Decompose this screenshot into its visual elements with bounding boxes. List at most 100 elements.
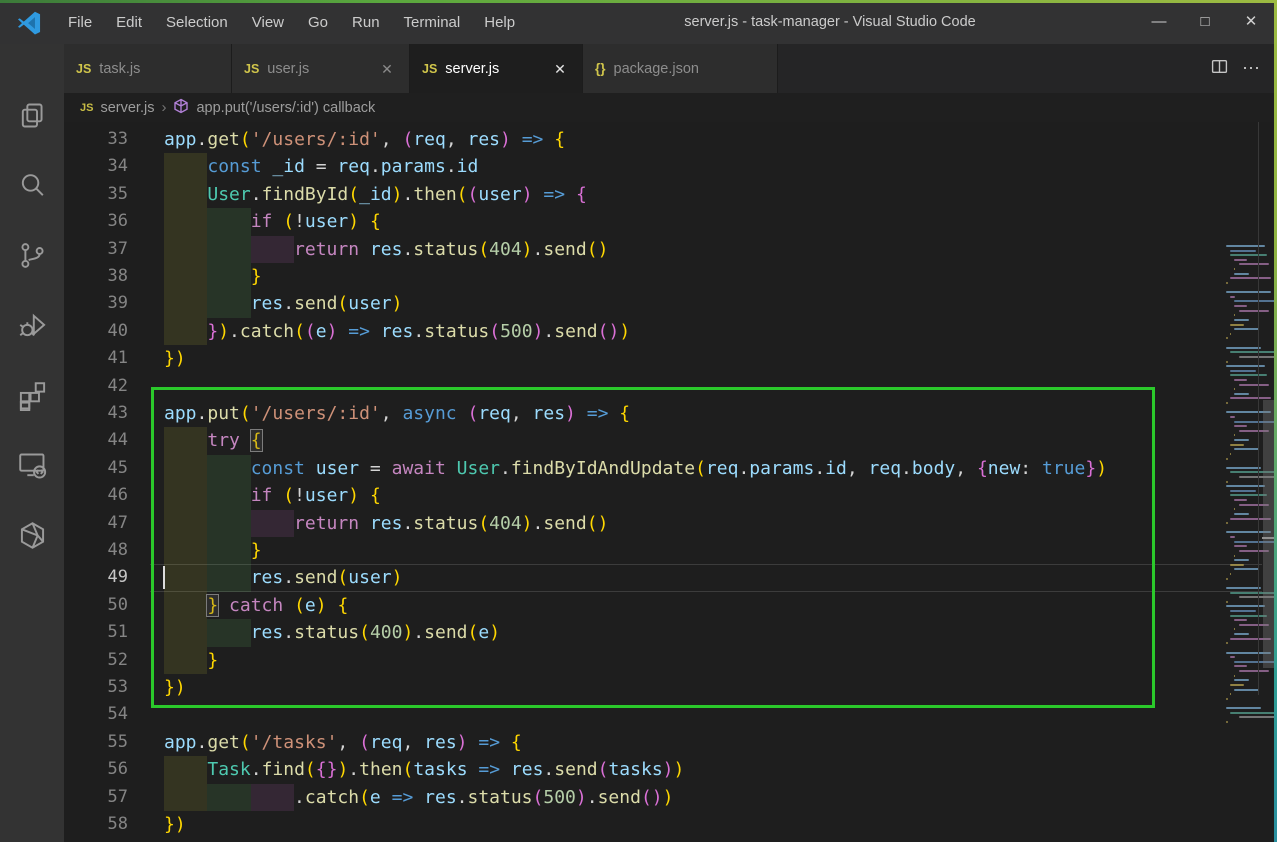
code-editor[interactable]: 33 app.get('/users/:id', (req, res) => {3…	[64, 122, 1277, 842]
minimap-line	[1226, 697, 1229, 700]
line-number: 40	[107, 320, 128, 341]
editor-line[interactable]: 33 app.get('/users/:id', (req, res) => {	[64, 126, 1277, 153]
breadcrumb-symbol[interactable]: app.put('/users/:id') callback	[196, 100, 375, 116]
minimap-line	[1234, 314, 1236, 317]
editor-line[interactable]: 44 try {	[64, 427, 1277, 455]
editor-line[interactable]: 34 const _id = req.params.id	[64, 153, 1277, 181]
text-cursor	[163, 566, 165, 590]
code-text: if (!user) {	[250, 485, 381, 507]
minimap-line	[1230, 494, 1267, 497]
minimap-line	[1234, 318, 1250, 321]
menu-item-edit[interactable]: Edit	[104, 0, 154, 44]
close-icon[interactable]: ✕	[377, 59, 397, 79]
line-number: 44	[107, 430, 128, 451]
sidebar-item-explorer[interactable]	[0, 80, 64, 150]
extensions-icon	[19, 381, 45, 411]
editor-line[interactable]: 54	[64, 701, 1277, 728]
editor-line[interactable]: 38 }	[64, 263, 1277, 291]
window-controls: — □ ✕	[1136, 0, 1274, 44]
json-file-icon: {}	[595, 61, 606, 76]
code-text: .catch(e => res.status(500).send())	[294, 786, 674, 808]
minimap-line	[1234, 268, 1236, 271]
line-number: 52	[107, 649, 128, 670]
minimap-line	[1234, 439, 1250, 442]
window-title: server.js - task-manager - Visual Studio…	[684, 14, 976, 30]
line-number: 56	[107, 759, 128, 780]
tab-task-js[interactable]: JS task.js	[64, 44, 232, 93]
tab-bar: JS task.js JS user.js ✕ JS server.js ✕ {} package…	[64, 44, 1277, 93]
remote-explorer-icon	[18, 453, 46, 478]
editor-line[interactable]: 39 res.send(user)	[64, 290, 1277, 318]
line-number: 37	[107, 238, 128, 259]
sidebar-item-hexagon-extension[interactable]	[0, 500, 64, 570]
minimap-line	[1226, 365, 1265, 368]
minimap-line	[1226, 480, 1229, 483]
editor-line[interactable]: 57 .catch(e => res.status(500).send())	[64, 783, 1277, 811]
editor-line[interactable]: 42	[64, 373, 1277, 400]
editor-line[interactable]: 35 User.findById(_id).then((user) => {	[64, 180, 1277, 209]
more-actions-button[interactable]: ⋯	[1242, 58, 1261, 79]
code-text: }).catch((e) => res.status(500).send())	[207, 320, 631, 342]
menu-item-selection[interactable]: Selection	[154, 0, 240, 44]
tab-user-js[interactable]: JS user.js ✕	[232, 44, 410, 93]
editor-line[interactable]: 58})	[64, 811, 1277, 838]
sidebar-item-search[interactable]	[0, 150, 64, 220]
split-editor-button[interactable]	[1211, 58, 1228, 80]
scrollbar-thumb[interactable]	[1263, 400, 1274, 668]
editor-line[interactable]: 43 app.put('/users/:id', async (req, res)…	[64, 400, 1277, 427]
editor-line[interactable]: 52 }	[64, 646, 1277, 674]
source-control-icon	[20, 242, 44, 268]
editor-line[interactable]: 45 const user = await User.findByIdAndUp…	[64, 454, 1277, 483]
minimap-line	[1230, 374, 1267, 377]
code-text: return res.status(404).send()	[294, 238, 609, 260]
editor-line[interactable]: 47 return res.status(404).send()	[64, 509, 1277, 537]
tab-server-js[interactable]: JS server.js ✕	[410, 44, 583, 93]
editor-line[interactable]: 46 if (!user) {	[64, 482, 1277, 510]
minimap-line	[1230, 452, 1232, 455]
symbol-cube-icon	[173, 98, 189, 118]
line-number: 35	[107, 183, 128, 204]
minimap-line	[1234, 559, 1250, 562]
editor-line[interactable]: 50 } catch (e) {	[64, 591, 1277, 620]
minimap-line	[1230, 656, 1236, 659]
minimap-line	[1234, 328, 1259, 331]
editor-line[interactable]: 41})	[64, 345, 1277, 372]
tab-package-json[interactable]: {} package.json	[583, 44, 778, 93]
minimap-line	[1226, 291, 1272, 294]
line-number: 50	[107, 594, 128, 615]
code-text: Task.find({}).then(tasks => res.send(tas…	[207, 759, 685, 781]
editor-line[interactable]: 40 }).catch((e) => res.status(500).send(…	[64, 317, 1277, 346]
menu-item-help[interactable]: Help	[472, 0, 527, 44]
code-text: })	[164, 677, 186, 698]
menu-item-go[interactable]: Go	[296, 0, 340, 44]
maximize-button[interactable]: □	[1182, 0, 1228, 44]
code-text: const user = await User.findByIdAndUpdat…	[250, 457, 1108, 479]
menu-item-file[interactable]: File	[56, 0, 104, 44]
close-icon[interactable]: ✕	[550, 59, 570, 79]
editor-line[interactable]: 37 return res.status(404).send()	[64, 235, 1277, 263]
sidebar-item-source-control[interactable]	[0, 220, 64, 290]
menu-item-run[interactable]: Run	[340, 0, 392, 44]
editor-line[interactable]: 36 if (!user) {	[64, 208, 1277, 236]
editor-line[interactable]: 48 }	[64, 537, 1277, 565]
vscode-window: File Edit Selection View Go Run Terminal Help s…	[0, 0, 1277, 842]
minimize-button[interactable]: —	[1136, 0, 1182, 44]
editor-line[interactable]: 53})	[64, 674, 1277, 701]
editor-line[interactable]: 51 res.status(400).send(e)	[64, 619, 1277, 647]
screenshot-top-border	[0, 0, 1277, 3]
editor-line[interactable]: 49 res.send(user)	[64, 564, 1277, 592]
breadcrumb-file[interactable]: server.js	[100, 100, 154, 116]
sidebar-item-extensions[interactable]	[0, 360, 64, 430]
code-text: app.get('/tasks', (req, res) => {	[164, 731, 522, 753]
menu-item-view[interactable]: View	[240, 0, 296, 44]
minimap-line	[1230, 332, 1232, 335]
sidebar-item-remote-explorer[interactable]	[0, 430, 64, 500]
sidebar-item-run-and-debug[interactable]	[0, 290, 64, 360]
editor-line[interactable]: 55 app.get('/tasks', (req, res) => {	[64, 729, 1277, 756]
js-file-icon: JS	[76, 61, 92, 76]
editor-line[interactable]: 56 Task.find({}).then(tasks => res.send(…	[64, 756, 1277, 784]
menu-item-terminal[interactable]: Terminal	[392, 0, 473, 44]
minimap-line	[1234, 272, 1250, 275]
run-and-debug-icon	[19, 313, 46, 336]
close-button[interactable]: ✕	[1228, 0, 1274, 44]
